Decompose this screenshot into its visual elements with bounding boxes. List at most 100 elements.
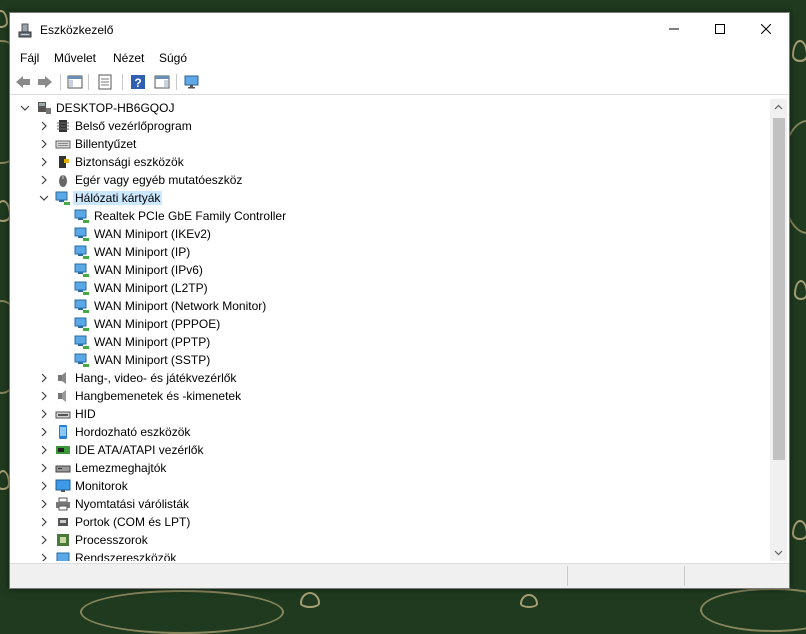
tree-root[interactable]: DESKTOP-HB6GQOJ: [12, 99, 752, 117]
maximize-button[interactable]: [697, 13, 743, 45]
chevron-right-icon[interactable]: [39, 373, 49, 383]
device-tree[interactable]: DESKTOP-HB6GQOJ Belső vezérlőprogram Bille…: [12, 97, 770, 561]
chevron-right-icon[interactable]: [39, 139, 49, 149]
tree-category[interactable]: Lemezmeghajtók: [12, 459, 752, 477]
minimize-button[interactable]: [651, 13, 697, 45]
scroll-thumb[interactable]: [773, 118, 785, 460]
chevron-right-icon[interactable]: [39, 481, 49, 491]
show-hide-tree-button[interactable]: [66, 73, 84, 91]
tree-device[interactable]: WAN Miniport (L2TP): [12, 279, 752, 297]
tree-category[interactable]: HID: [12, 405, 752, 423]
help-button[interactable]: ?: [129, 73, 147, 91]
network-adapter-icon: [74, 281, 89, 295]
chevron-right-icon[interactable]: [39, 427, 49, 437]
tree-device[interactable]: Realtek PCIe GbE Family Controller: [12, 207, 752, 225]
tree-category[interactable]: Nyomtatási várólisták: [12, 495, 752, 513]
tree-category[interactable]: Billentyűzet: [12, 135, 752, 153]
tree-device[interactable]: WAN Miniport (SSTP): [12, 351, 752, 369]
vertical-scrollbar[interactable]: [770, 99, 787, 561]
hid-icon: [55, 411, 71, 419]
keyboard-icon: [55, 140, 71, 149]
forward-arrow-icon: [38, 76, 52, 88]
tree-category[interactable]: Hang-, video- és játékvezérlők: [12, 369, 752, 387]
tree-category-label: Belső vezérlőprogram: [75, 119, 192, 133]
chevron-right-icon[interactable]: [39, 517, 49, 527]
scroll-down-button[interactable]: [770, 544, 787, 561]
svg-text:?: ?: [134, 76, 141, 90]
portable-device-icon: [59, 425, 67, 439]
tree-category-label: Billentyűzet: [75, 137, 137, 151]
menu-action[interactable]: Művelet: [54, 51, 96, 65]
tree-category[interactable]: Biztonsági eszközök: [12, 153, 752, 171]
title-bar[interactable]: Eszközkezelő: [10, 13, 789, 47]
network-adapter-icon: [74, 263, 89, 277]
chevron-right-icon[interactable]: [39, 409, 49, 419]
chevron-right-icon[interactable]: [39, 157, 49, 167]
tree-device[interactable]: WAN Miniport (IPv6): [12, 261, 752, 279]
maximize-icon: [715, 24, 725, 34]
chevron-right-icon[interactable]: [39, 391, 49, 401]
tree-device[interactable]: WAN Miniport (IKEv2): [12, 225, 752, 243]
chevron-right-icon[interactable]: [39, 499, 49, 509]
device-manager-window: Eszközkezelő Fájl Művelet Nézet Súgó ? D…: [9, 12, 790, 589]
back-button[interactable]: [14, 73, 32, 91]
properties-button[interactable]: [96, 73, 114, 91]
tree-category-label: Portok (COM és LPT): [75, 515, 191, 529]
action-pane-button[interactable]: [153, 73, 171, 91]
help-icon: ?: [131, 75, 145, 90]
tree-category[interactable]: Hangbemenetek és -kimenetek: [12, 387, 752, 405]
network-adapter-icon: [74, 245, 89, 259]
chevron-right-icon[interactable]: [39, 445, 49, 455]
tree-category-label: Rendszereszközök: [75, 551, 177, 561]
scroll-up-button[interactable]: [770, 99, 787, 116]
tree-category[interactable]: IDE ATA/ATAPI vezérlők: [12, 441, 752, 459]
back-arrow-icon: [16, 76, 30, 88]
tree-device[interactable]: WAN Miniport (Network Monitor): [12, 297, 752, 315]
chevron-right-icon[interactable]: [39, 463, 49, 473]
chevron-down-icon[interactable]: [20, 103, 30, 113]
chevron-down-icon: [774, 550, 783, 556]
toolbar-separator: [176, 74, 177, 90]
chevron-right-icon[interactable]: [39, 553, 49, 561]
menu-file[interactable]: Fájl: [20, 51, 39, 65]
chevron-up-icon: [774, 104, 783, 110]
tree-device-label: Realtek PCIe GbE Family Controller: [94, 209, 287, 223]
tree-category[interactable]: Monitorok: [12, 477, 752, 495]
tree-device-label: WAN Miniport (IP): [94, 245, 191, 259]
tree-category[interactable]: Hálózati kártyák: [12, 189, 752, 207]
chevron-down-icon[interactable]: [39, 193, 49, 203]
tree-category[interactable]: Egér vagy egyéb mutatóeszköz: [12, 171, 752, 189]
close-button[interactable]: [743, 13, 789, 45]
tree-category-label: Biztonsági eszközök: [75, 155, 184, 169]
chevron-right-icon[interactable]: [39, 175, 49, 185]
tree-category[interactable]: Processzorok: [12, 531, 752, 549]
tree-device-label: WAN Miniport (PPTP): [94, 335, 211, 349]
network-adapter-icon: [74, 353, 89, 367]
tree-category[interactable]: Portok (COM és LPT): [12, 513, 752, 531]
toolbar-separator: [60, 74, 61, 90]
port-icon: [58, 518, 68, 526]
tree-device[interactable]: WAN Miniport (PPTP): [12, 333, 752, 351]
chevron-right-icon[interactable]: [39, 535, 49, 545]
tree-category-label: Hang-, video- és játékvezérlők: [75, 371, 237, 385]
tree-category-label: HID: [75, 407, 96, 421]
tree-device[interactable]: WAN Miniport (PPPOE): [12, 315, 752, 333]
tree-category[interactable]: Rendszereszközök: [12, 549, 752, 561]
toolbar-separator: [88, 74, 89, 90]
network-adapter-icon: [74, 335, 89, 349]
tree-device[interactable]: WAN Miniport (IP): [12, 243, 752, 261]
tree-category-label: Monitorok: [75, 479, 128, 493]
ide-controller-icon: [56, 446, 70, 454]
network-adapter-icon: [55, 191, 70, 205]
scan-hardware-button[interactable]: [183, 73, 201, 91]
status-separator: [684, 566, 685, 586]
menu-help[interactable]: Súgó: [159, 51, 187, 65]
tree-category[interactable]: Hordozható eszközök: [12, 423, 752, 441]
tree-category-label: Hangbemenetek és -kimenetek: [75, 389, 242, 403]
menu-view[interactable]: Nézet: [113, 51, 144, 65]
tree-device-label: WAN Miniport (SSTP): [94, 353, 211, 367]
forward-button[interactable]: [36, 73, 54, 91]
window-title: Eszközkezelő: [40, 23, 114, 37]
chevron-right-icon[interactable]: [39, 121, 49, 131]
tree-category[interactable]: Belső vezérlőprogram: [12, 117, 752, 135]
